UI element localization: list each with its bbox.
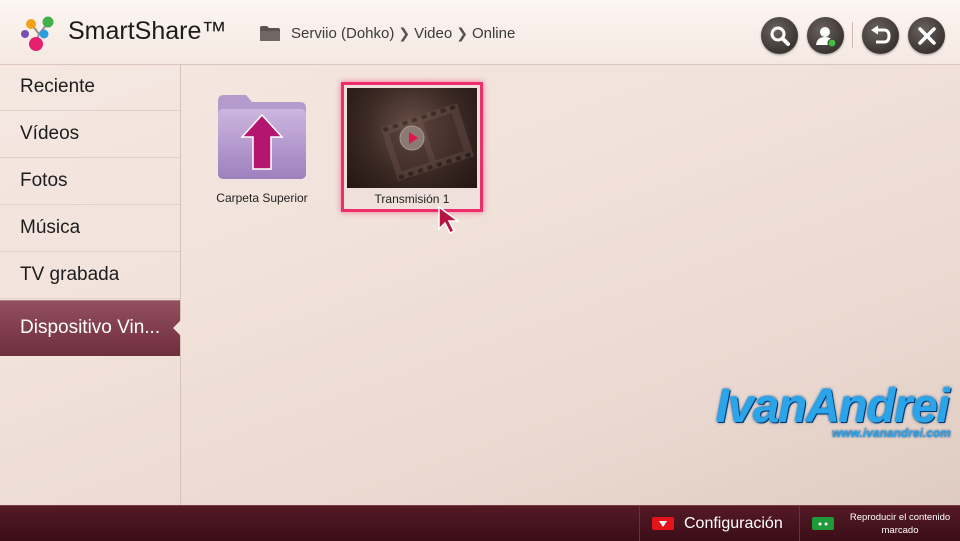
settings-label: Configuración	[684, 514, 783, 532]
footer-bar: Configuración Reproducir el contenido ma…	[0, 505, 960, 541]
tile-label: Transmisión 1	[374, 192, 450, 206]
sidebar-item-linked-device[interactable]: Dispositivo Vin...	[0, 300, 181, 356]
sidebar-item-label: TV grabada	[20, 264, 120, 285]
play-marked-label: Reproducir el contenido marcado	[844, 511, 956, 537]
back-arrow-icon	[870, 25, 891, 43]
play-marked-button[interactable]: Reproducir el contenido marcado	[799, 506, 960, 541]
breadcrumb-item-video[interactable]: Video	[414, 25, 452, 42]
user-icon	[815, 26, 836, 47]
back-button[interactable]	[862, 17, 899, 54]
smartshare-logo-icon	[21, 16, 54, 51]
settings-button[interactable]: Configuración	[639, 506, 799, 541]
video-thumbnail	[347, 88, 477, 188]
breadcrumb-item-online: Online	[471, 25, 516, 42]
green-key-icon	[812, 517, 834, 530]
sidebar-item-recent[interactable]: Reciente	[0, 64, 180, 111]
profile-button[interactable]	[807, 17, 844, 54]
play-icon	[399, 125, 425, 151]
tile-label: Carpeta Superior	[216, 191, 308, 205]
search-icon	[770, 26, 790, 46]
play-marked-label-line2: marcado	[881, 524, 919, 536]
mouse-pointer-icon	[438, 205, 461, 235]
folder-icon	[260, 26, 280, 41]
header-bar: SmartShare™ Serviio (Dohko) ❯ Video ❯ On…	[0, 0, 960, 65]
watermark-title: IvanAndrei	[716, 379, 950, 432]
sidebar: Reciente Vídeos Fotos Música TV grabada …	[0, 64, 181, 505]
chevron-right-icon: ❯	[456, 25, 468, 41]
sidebar-item-photos[interactable]: Fotos	[0, 158, 180, 205]
close-button[interactable]	[908, 17, 945, 54]
sidebar-item-label: Dispositivo Vin...	[20, 317, 161, 338]
sidebar-item-videos[interactable]: Vídeos	[0, 111, 180, 158]
parent-folder-tile[interactable]: Carpeta Superior	[210, 88, 314, 210]
search-button[interactable]	[761, 17, 798, 54]
chevron-right-icon: ❯	[398, 25, 411, 41]
breadcrumb-item-server[interactable]: Serviio (Dohko)	[291, 25, 394, 42]
breadcrumb: Serviio (Dohko) ❯ Video ❯ Online	[259, 25, 515, 42]
sidebar-item-label: Fotos	[20, 170, 68, 191]
watermark-url: www.ivanandrei.com	[832, 426, 951, 440]
sidebar-item-label: Vídeos	[20, 123, 80, 144]
app-title: SmartShare™	[68, 17, 227, 45]
sidebar-item-music[interactable]: Música	[0, 205, 180, 252]
parent-folder-icon	[218, 95, 306, 179]
sidebar-item-recorded-tv[interactable]: TV grabada	[0, 252, 180, 299]
sidebar-item-label: Reciente	[20, 76, 95, 97]
red-key-icon	[652, 517, 674, 530]
header-divider	[852, 22, 853, 48]
sidebar-item-label: Música	[20, 217, 81, 238]
close-icon	[917, 26, 936, 45]
play-marked-label-line1: Reproducir el contenido	[849, 511, 951, 523]
video-tile-selected[interactable]: Transmisión 1	[341, 82, 483, 212]
